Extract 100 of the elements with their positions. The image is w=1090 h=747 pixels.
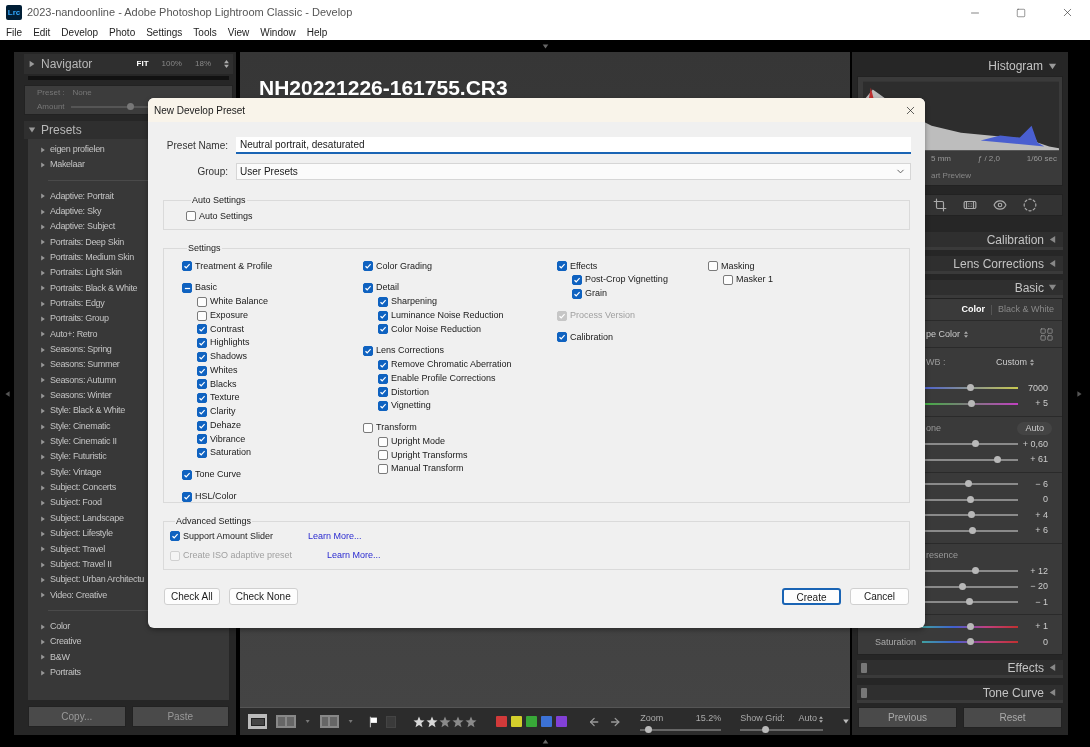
star-rating[interactable] (412, 715, 477, 728)
star-icon[interactable] (464, 715, 477, 728)
slider-thumb[interactable] (965, 598, 973, 606)
slider-thumb[interactable] (644, 725, 652, 733)
checkbox[interactable] (723, 275, 733, 286)
color-label-swatch[interactable] (555, 716, 567, 727)
checkbox[interactable] (197, 296, 207, 307)
wb-dropdown[interactable]: Custom (996, 355, 1034, 370)
checkbox[interactable] (378, 436, 388, 447)
checkbox[interactable] (378, 464, 388, 475)
slider-thumb[interactable] (967, 622, 975, 630)
menu-item[interactable]: Tools (193, 25, 217, 40)
zoom-option[interactable]: FIT (136, 58, 149, 70)
checkbox[interactable] (378, 373, 388, 384)
panel-button[interactable]: Reset (963, 707, 1062, 728)
checkbox[interactable] (197, 406, 207, 417)
checkbox[interactable] (557, 332, 567, 343)
dialog-button[interactable]: Create (782, 588, 841, 605)
checkbox[interactable] (572, 275, 582, 286)
preset-folder[interactable]: Color (28, 618, 229, 635)
flag-icon[interactable] (368, 715, 378, 728)
crop-icon[interactable] (933, 198, 947, 212)
checkbox[interactable] (197, 338, 207, 349)
checkbox[interactable] (378, 359, 388, 370)
checkbox[interactable] (378, 401, 388, 412)
checkbox[interactable] (378, 450, 388, 461)
menu-item[interactable]: View (227, 25, 250, 40)
profile-dropdown[interactable]: pe Color (926, 327, 969, 342)
panel-button[interactable]: Previous (858, 707, 957, 728)
preset-name-field[interactable]: Neutral portrait, desaturated (236, 137, 911, 154)
color-label-swatch[interactable] (510, 716, 522, 727)
zoom-option[interactable]: 18% (195, 58, 211, 70)
checkbox[interactable] (363, 283, 373, 294)
switch-icon[interactable] (861, 687, 867, 698)
star-icon[interactable] (451, 715, 464, 728)
menu-item[interactable]: Help (306, 25, 328, 40)
loupe-view-icon[interactable] (248, 714, 268, 729)
checkbox[interactable] (182, 261, 192, 272)
collapse-triangle-icon[interactable] (540, 42, 550, 50)
color-label-swatch[interactable] (495, 716, 507, 727)
slider-thumb[interactable] (958, 582, 966, 590)
checkbox[interactable] (572, 288, 582, 299)
slider-thumb[interactable] (968, 399, 976, 407)
star-icon[interactable] (425, 715, 438, 728)
preset-folder[interactable]: Portraits (28, 665, 229, 681)
checkbox[interactable] (197, 365, 207, 376)
panel-header[interactable]: Tone Curve (857, 685, 1063, 703)
collapse-triangle-icon[interactable] (540, 737, 550, 745)
zoom-option[interactable]: 100% (161, 58, 182, 70)
checkbox[interactable] (378, 324, 388, 335)
color-label-swatch[interactable] (540, 716, 552, 727)
checkbox[interactable] (197, 324, 207, 335)
checkbox[interactable] (363, 346, 373, 357)
slider-thumb[interactable] (966, 638, 974, 646)
eye-icon[interactable] (993, 198, 1007, 212)
switch-icon[interactable] (861, 662, 867, 673)
checkbox[interactable] (197, 434, 207, 445)
slider-thumb[interactable] (761, 725, 769, 733)
slider-thumb[interactable] (972, 567, 980, 575)
menu-item[interactable]: Edit (33, 25, 51, 40)
star-icon[interactable] (438, 715, 451, 728)
star-icon[interactable] (412, 715, 425, 728)
checkbox[interactable] (197, 448, 207, 459)
slider-thumb[interactable] (966, 495, 974, 503)
checkbox[interactable] (197, 310, 207, 321)
collapse-triangle-icon[interactable] (3, 388, 11, 399)
checkbox[interactable] (363, 422, 373, 433)
checkbox[interactable] (197, 420, 207, 431)
dialog-button[interactable]: Check All (164, 588, 220, 605)
checkbox[interactable] (182, 469, 192, 480)
survey-view-icon[interactable] (319, 715, 340, 728)
checkbox[interactable] (186, 211, 196, 222)
checkbox[interactable] (378, 387, 388, 398)
slider-thumb[interactable] (127, 103, 135, 110)
checkbox[interactable] (708, 261, 718, 272)
slider-thumb[interactable] (966, 384, 974, 392)
checkbox[interactable] (197, 351, 207, 362)
checkbox[interactable] (378, 296, 388, 307)
preset-folder[interactable]: Subject: Urban Architectu (28, 572, 229, 588)
menu-item[interactable]: Develop (61, 25, 99, 40)
learn-more-link[interactable]: Learn More... (308, 529, 362, 544)
checkbox[interactable] (557, 261, 567, 272)
collapse-triangle-icon[interactable] (1075, 388, 1083, 399)
checkbox[interactable] (182, 491, 192, 502)
dashed-circle-icon[interactable] (1023, 198, 1037, 212)
treatment-tab[interactable]: Color (961, 302, 985, 317)
caret-icon[interactable] (348, 719, 354, 724)
preset-folder[interactable]: B&W (28, 649, 229, 665)
caret-icon[interactable] (305, 719, 311, 724)
dialog-button[interactable]: Check None (228, 588, 298, 605)
slider-thumb[interactable] (964, 480, 972, 488)
toolbar-menu-icon[interactable] (842, 718, 850, 725)
slider-thumb[interactable] (994, 455, 1002, 463)
checkbox[interactable] (363, 261, 373, 272)
checkbox[interactable] (197, 379, 207, 390)
preset-folder[interactable]: Creative (28, 634, 229, 650)
menu-item[interactable]: Photo (109, 25, 136, 40)
group-dropdown[interactable]: User Presets (236, 163, 911, 180)
slider-thumb[interactable] (968, 511, 976, 519)
menu-item[interactable]: Settings (146, 25, 183, 40)
